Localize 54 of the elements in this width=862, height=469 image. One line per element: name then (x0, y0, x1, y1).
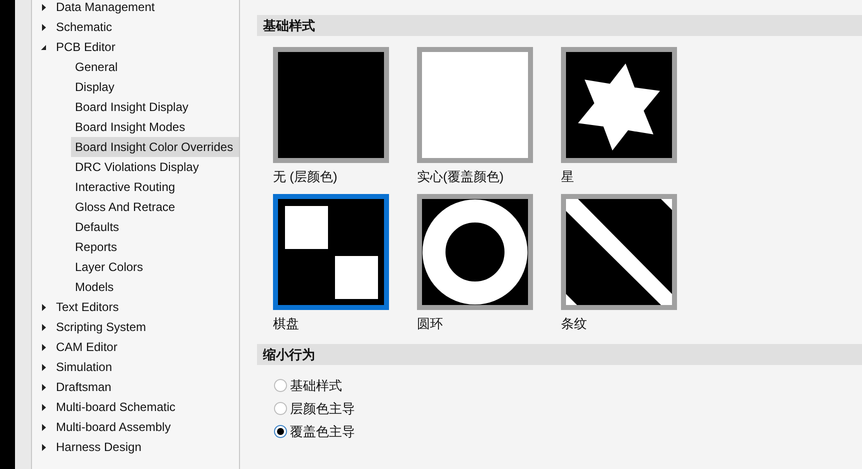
expanded-arrow-icon[interactable] (40, 42, 46, 52)
tree-item[interactable]: Gloss And Retrace (71, 197, 239, 217)
collapsed-arrow-icon[interactable] (40, 382, 46, 392)
radio-label[interactable]: 覆盖色主导 (290, 422, 355, 440)
collapsed-arrow-icon[interactable] (40, 362, 46, 372)
tree-item[interactable]: Data Management (52, 0, 159, 17)
tree-item[interactable]: CAM Editor (52, 337, 122, 357)
radio-button[interactable] (274, 402, 287, 415)
radio-button[interactable] (274, 379, 287, 392)
tree-item[interactable]: Multi-board Assembly (52, 417, 175, 437)
tree-item[interactable]: Text Editors (52, 297, 123, 317)
collapsed-arrow-icon[interactable] (40, 442, 46, 452)
tree-item[interactable]: Defaults (71, 217, 239, 237)
collapsed-arrow-icon[interactable] (40, 342, 46, 352)
pattern-swatch[interactable] (417, 194, 533, 310)
collapsed-arrow-icon[interactable] (40, 402, 46, 412)
collapsed-arrow-icon[interactable] (40, 2, 46, 12)
tree-item[interactable]: Models (71, 277, 239, 297)
tree-item[interactable]: Scripting System (52, 317, 150, 337)
radio-button[interactable] (274, 425, 287, 438)
pattern-swatch[interactable] (561, 47, 677, 163)
pattern-label: 圆环 (417, 315, 444, 333)
tree-item[interactable]: Board Insight Display (71, 97, 239, 117)
tree-item[interactable]: Display (71, 77, 239, 97)
collapsed-arrow-icon[interactable] (40, 302, 46, 312)
pattern-label: 条纹 (561, 315, 588, 333)
pattern-label: 棋盘 (273, 315, 300, 333)
tree-item[interactable]: Draftsman (52, 377, 116, 397)
tree-item[interactable]: Simulation (52, 357, 116, 377)
radio-label[interactable]: 层颜色主导 (290, 400, 355, 418)
pattern-swatch[interactable] (273, 194, 389, 310)
collapsed-arrow-icon[interactable] (40, 422, 46, 432)
tree-item[interactable]: DRC Violations Display (71, 157, 239, 177)
tree-item[interactable]: Interactive Routing (71, 177, 239, 197)
pattern-label: 实心(覆盖颜色) (417, 168, 505, 186)
tree-item[interactable]: Harness Design (52, 437, 146, 457)
section-title: 缩小行为 (263, 347, 315, 362)
pattern-label: 无 (层颜色) (273, 168, 338, 186)
tree-item[interactable]: Board Insight Modes (71, 117, 239, 137)
collapsed-arrow-icon[interactable] (40, 22, 46, 32)
tree-item[interactable]: Reports (71, 237, 239, 257)
pattern-swatch[interactable] (273, 47, 389, 163)
tree-item[interactable]: Schematic (52, 17, 116, 37)
collapsed-arrow-icon[interactable] (40, 322, 46, 332)
tree-item[interactable]: Layer Colors (71, 257, 239, 277)
pattern-swatch[interactable] (417, 47, 533, 163)
tree-item[interactable]: Multi-board Schematic (52, 397, 180, 417)
tree-item[interactable]: General (71, 57, 239, 77)
section-title: 基础样式 (263, 18, 315, 33)
pattern-label: 星 (561, 168, 575, 186)
pattern-swatch[interactable] (561, 194, 677, 310)
tree-item[interactable]: Board Insight Color Overrides (71, 137, 239, 157)
radio-label[interactable]: 基础样式 (290, 376, 342, 394)
tree-item[interactable]: PCB Editor (52, 37, 120, 57)
